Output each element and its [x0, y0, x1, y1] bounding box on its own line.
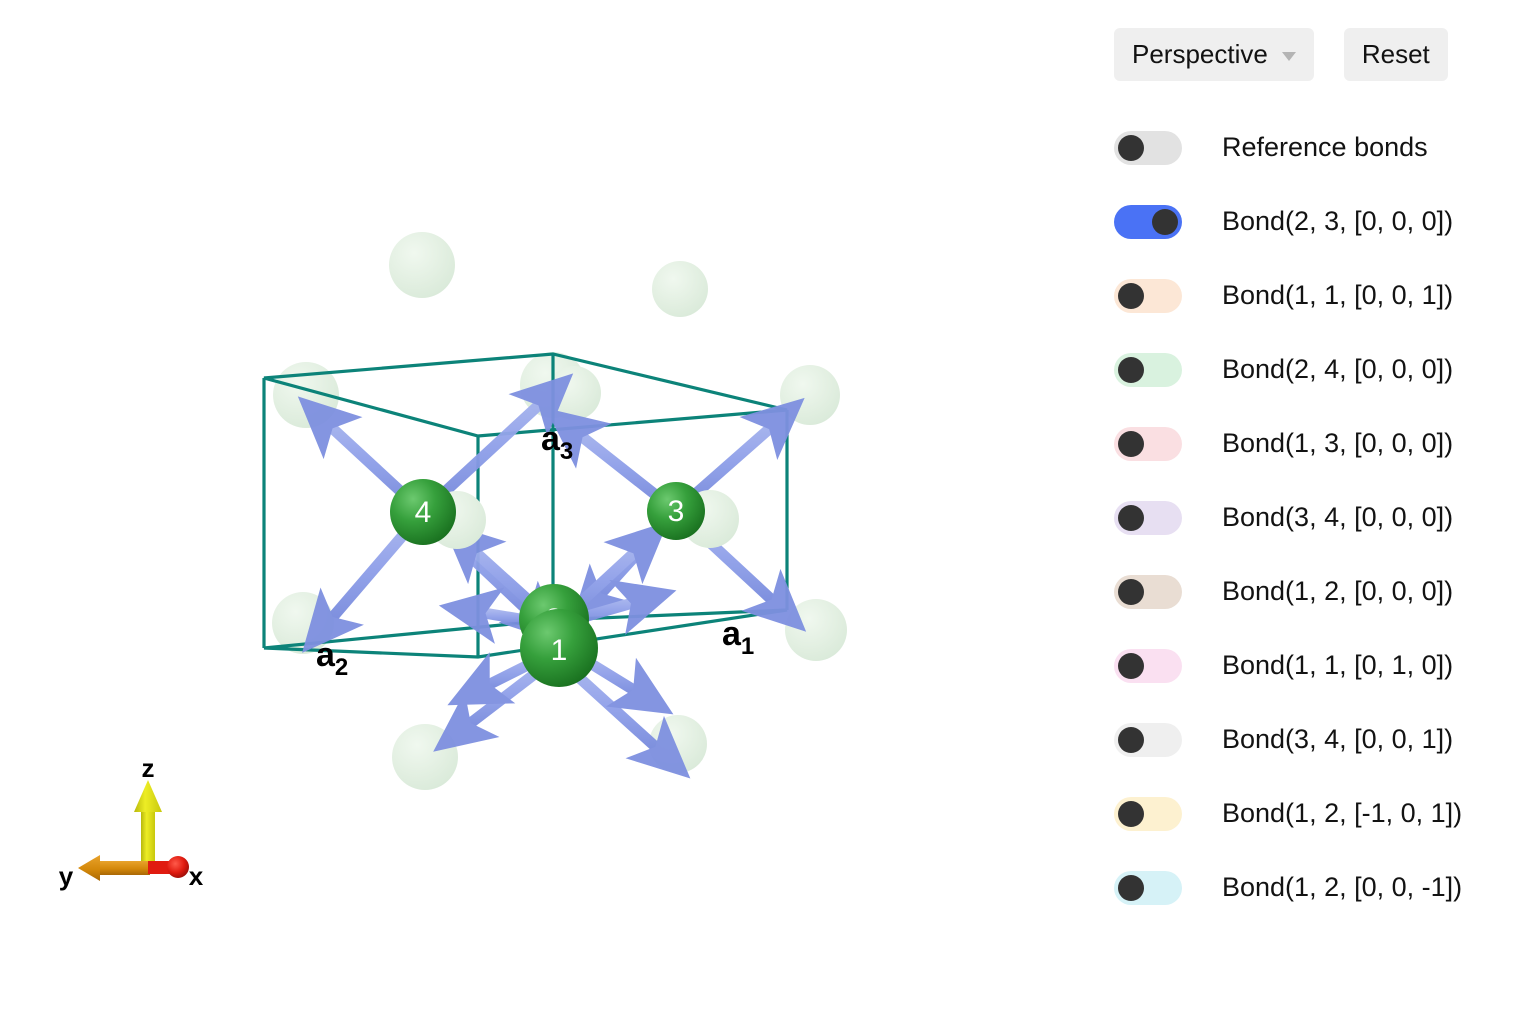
ghost-atom	[392, 724, 458, 790]
atom-3[interactable]: 3	[647, 482, 705, 540]
bond-visibility-toggle[interactable]	[1114, 130, 1182, 165]
projection-mode-label: Perspective	[1132, 39, 1268, 69]
atom-1[interactable]: 1	[520, 609, 598, 687]
legend-row-label: Bond(1, 2, [-1, 0, 1])	[1222, 798, 1463, 828]
legend-row[interactable]: Bond(3, 4, [0, 0, 0])	[1100, 481, 1536, 555]
toggle-knob-icon	[1118, 134, 1144, 161]
legend-row[interactable]: Bond(1, 1, [0, 1, 0])	[1100, 629, 1536, 703]
toggle-knob-icon	[1118, 652, 1144, 679]
legend-row[interactable]: Bond(1, 2, [0, 0, 0])	[1100, 555, 1536, 629]
crystal-scene[interactable]: 4 3 2 1 a1 a2 a3	[0, 0, 1100, 1024]
toggle-knob-icon	[1118, 430, 1144, 457]
legend-row[interactable]: Bond(1, 3, [0, 0, 0])	[1100, 407, 1536, 481]
legend-row-label: Bond(3, 4, [0, 0, 1])	[1222, 724, 1454, 754]
x-axis-head	[167, 856, 189, 878]
bond-visibility-toggle[interactable]	[1114, 648, 1182, 683]
control-panel: Perspective Reset Reference bonds Bond(2,…	[1100, 0, 1536, 1024]
bond-visibility-toggle[interactable]	[1114, 574, 1182, 609]
legend-row-label: Bond(1, 2, [0, 0, 0])	[1222, 576, 1454, 606]
toggle-knob-icon	[1118, 800, 1144, 827]
chevron-down-icon	[1281, 51, 1296, 61]
bond-visibility-toggle[interactable]	[1114, 870, 1182, 905]
ghost-atom	[389, 232, 455, 298]
toggle-knob-icon	[1118, 578, 1144, 605]
legend-row[interactable]: Bond(2, 3, [0, 0, 0])	[1100, 185, 1536, 259]
legend-row[interactable]: Bond(2, 4, [0, 0, 0])	[1100, 333, 1536, 407]
toggle-knob-icon	[1118, 504, 1144, 531]
atom-label: 3	[668, 495, 685, 528]
crystal-structure-viewer[interactable]: 4 3 2 1 a1 a2 a3	[0, 0, 1100, 1024]
viewer-toolbar: Perspective Reset	[1100, 28, 1536, 81]
bond-legend-list: Reference bonds Bond(2, 3, [0, 0, 0]) Bond…	[1100, 111, 1536, 925]
reset-button-label: Reset	[1361, 39, 1430, 69]
bond-visibility-toggle[interactable]	[1114, 278, 1182, 313]
legend-row[interactable]: Bond(1, 2, [0, 0, -1])	[1100, 851, 1536, 925]
z-axis-head	[134, 780, 162, 812]
legend-row-label: Bond(1, 2, [0, 0, -1])	[1222, 872, 1463, 902]
reset-button[interactable]: Reset	[1343, 28, 1448, 81]
legend-row-label: Bond(2, 3, [0, 0, 0])	[1222, 206, 1454, 236]
bond-visibility-toggle[interactable]	[1114, 426, 1182, 461]
ghost-atom	[652, 261, 708, 317]
y-axis-shaft	[92, 861, 150, 875]
legend-row[interactable]: Bond(1, 2, [-1, 0, 1])	[1100, 777, 1536, 851]
projection-mode-dropdown[interactable]: Perspective	[1114, 28, 1314, 81]
toggle-knob-icon	[1152, 208, 1178, 235]
atom-4[interactable]: 4	[390, 479, 456, 545]
bond-visibility-toggle[interactable]	[1114, 500, 1182, 535]
ghost-atom-group	[272, 232, 847, 790]
axis-label-z: z	[142, 753, 155, 783]
legend-row[interactable]: Reference bonds	[1100, 111, 1536, 185]
legend-row-label: Bond(2, 4, [0, 0, 0])	[1222, 354, 1454, 384]
bond-visibility-toggle[interactable]	[1114, 722, 1182, 757]
legend-row[interactable]: Bond(1, 1, [0, 0, 1])	[1100, 259, 1536, 333]
legend-row-label: Reference bonds	[1222, 132, 1428, 162]
atom-label: 4	[415, 496, 432, 529]
legend-row-label: Bond(1, 1, [0, 0, 1])	[1222, 280, 1454, 310]
y-axis-head	[78, 855, 100, 881]
toggle-knob-icon	[1118, 726, 1144, 753]
atom-label: 1	[551, 634, 568, 667]
bond-visibility-toggle[interactable]	[1114, 352, 1182, 387]
legend-row-label: Bond(3, 4, [0, 0, 0])	[1222, 502, 1454, 532]
legend-row-label: Bond(1, 1, [0, 1, 0])	[1222, 650, 1454, 680]
axis-triad[interactable]: z y x	[59, 753, 204, 891]
bond-visibility-toggle[interactable]	[1114, 204, 1182, 239]
legend-row-label: Bond(1, 3, [0, 0, 0])	[1222, 428, 1454, 458]
axis-label-y: y	[59, 861, 74, 891]
toggle-knob-icon	[1118, 356, 1144, 383]
lattice-label-a2: a2	[316, 636, 348, 681]
toggle-knob-icon	[1118, 874, 1144, 901]
bond-visibility-toggle[interactable]	[1114, 796, 1182, 831]
lattice-label-a1: a1	[722, 615, 754, 660]
ghost-atom	[785, 599, 847, 661]
axis-label-x: x	[189, 861, 204, 891]
toggle-knob-icon	[1118, 282, 1144, 309]
legend-row[interactable]: Bond(3, 4, [0, 0, 1])	[1100, 703, 1536, 777]
